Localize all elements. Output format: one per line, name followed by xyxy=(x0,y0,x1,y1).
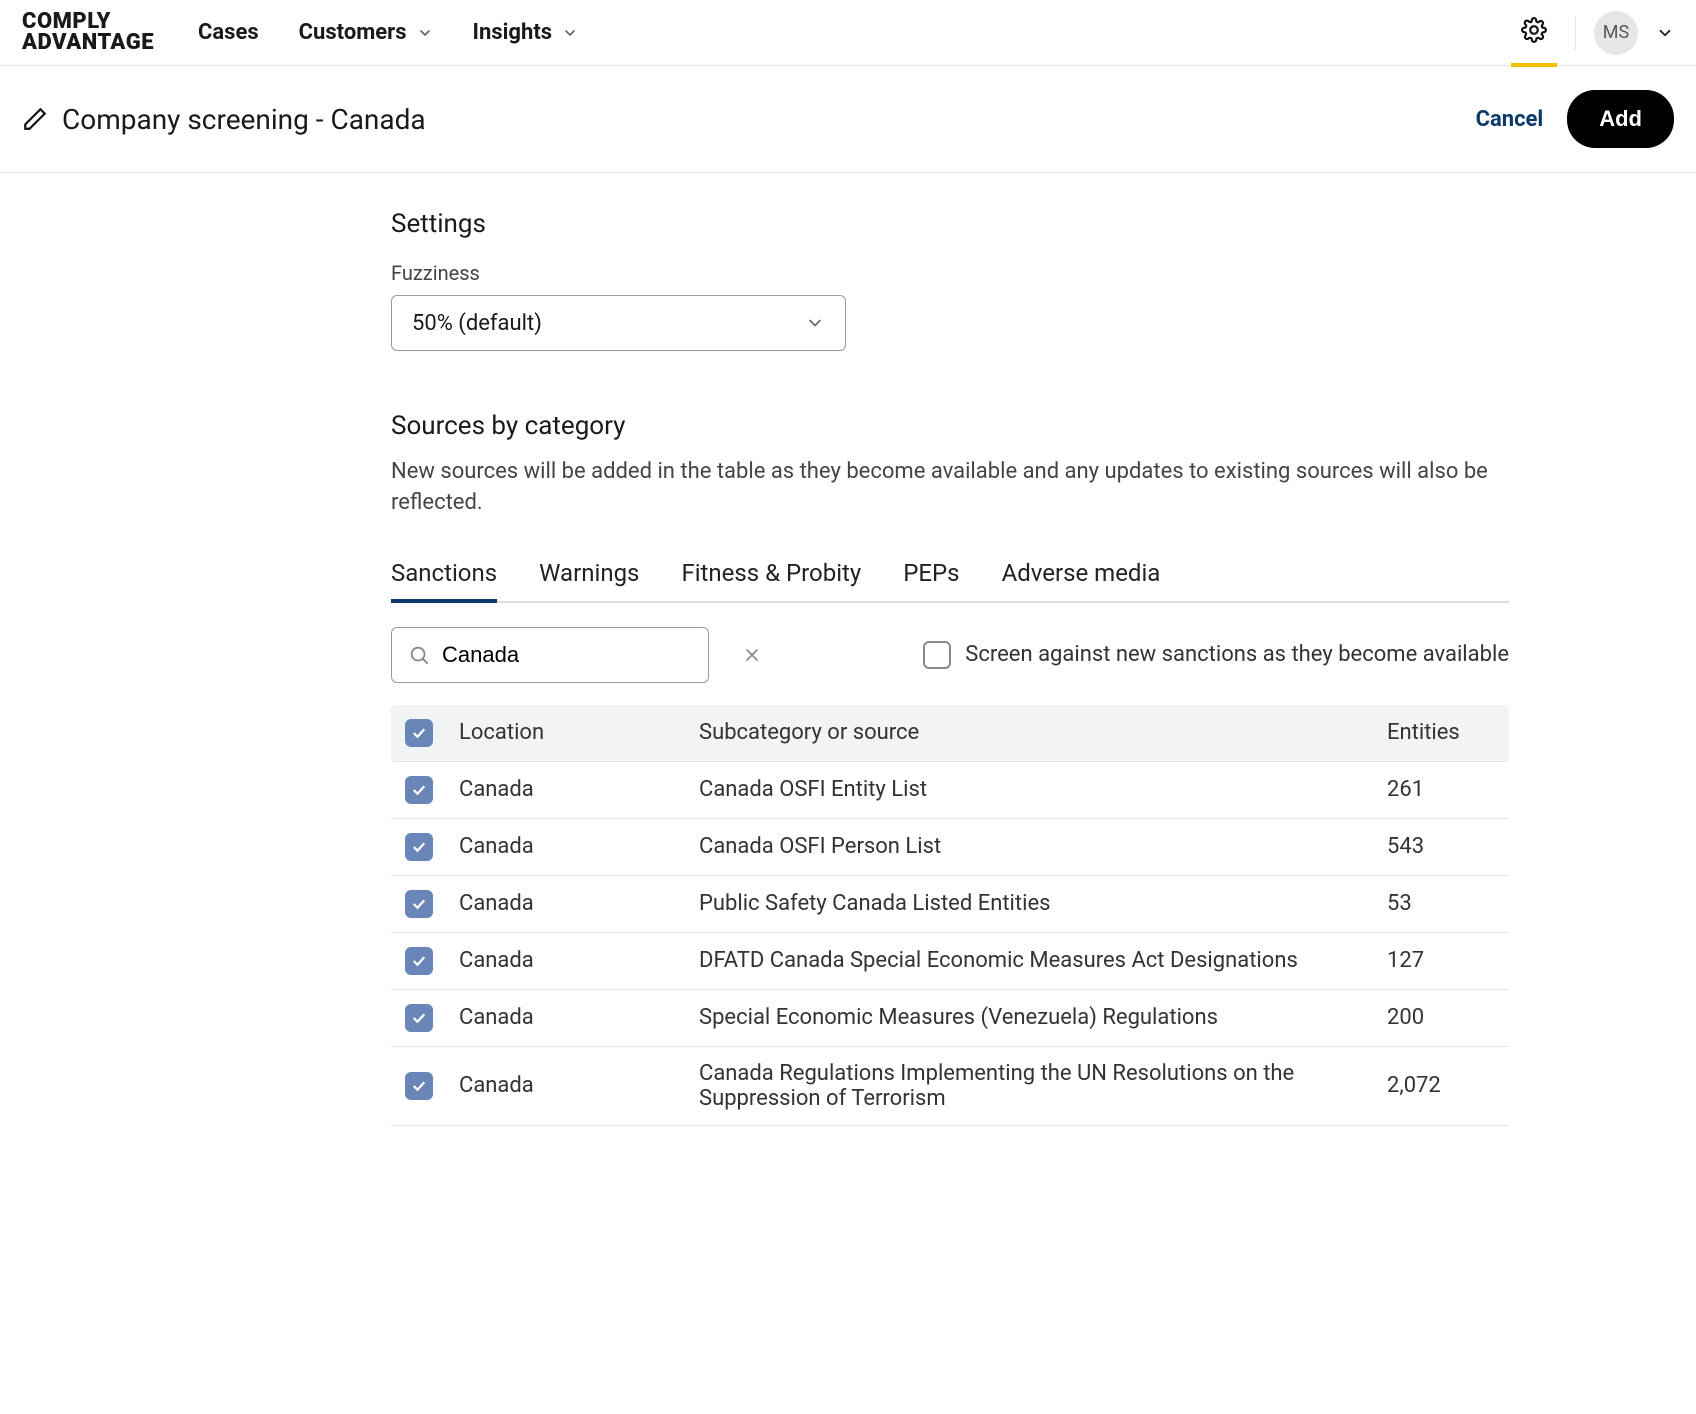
clear-search-icon[interactable] xyxy=(742,645,762,665)
tab-warnings[interactable]: Warnings xyxy=(539,549,639,601)
tab-peps[interactable]: PEPs xyxy=(903,549,959,601)
row-checkbox-cell xyxy=(391,890,451,918)
gear-icon xyxy=(1521,17,1547,43)
toolbar: Screen against new sanctions as they bec… xyxy=(391,627,1509,683)
fuzziness-select[interactable]: 50% (default) xyxy=(391,295,846,351)
sources-heading: Sources by category xyxy=(391,411,1509,441)
table-header-row: Location Subcategory or source Entities xyxy=(391,705,1509,762)
nav-insights-label: Insights xyxy=(473,20,553,45)
row-checkbox[interactable] xyxy=(405,890,433,918)
row-checkbox[interactable] xyxy=(405,947,433,975)
row-source: Public Safety Canada Listed Entities xyxy=(691,891,1379,916)
screen-new-checkbox[interactable] xyxy=(923,641,951,669)
search-input[interactable] xyxy=(442,642,730,668)
row-checkbox[interactable] xyxy=(405,776,433,804)
row-location: Canada xyxy=(451,948,691,973)
row-checkbox-cell xyxy=(391,947,451,975)
row-checkbox-cell xyxy=(391,776,451,804)
row-source: Canada OSFI Entity List xyxy=(691,777,1379,802)
main: Settings Fuzziness 50% (default) Sources… xyxy=(163,173,1533,1206)
header-location: Location xyxy=(451,720,691,745)
chevron-down-icon xyxy=(805,313,825,333)
nav-customers[interactable]: Customers xyxy=(299,20,433,45)
settings-heading: Settings xyxy=(391,209,1509,239)
avatar-initials: MS xyxy=(1603,22,1629,43)
pencil-icon[interactable] xyxy=(22,106,48,132)
page-title: Company screening - Canada xyxy=(62,103,426,136)
nav-customers-label: Customers xyxy=(299,20,407,45)
row-entities: 200 xyxy=(1379,1005,1509,1030)
top-nav: COMPLY ADVANTAGE Cases Customers Insight… xyxy=(0,0,1696,66)
row-checkbox[interactable] xyxy=(405,833,433,861)
table-row: Canada Canada OSFI Person List 543 xyxy=(391,819,1509,876)
tab-adverse-media[interactable]: Adverse media xyxy=(1002,549,1161,601)
table-row: Canada DFATD Canada Special Economic Mea… xyxy=(391,933,1509,990)
settings-button[interactable] xyxy=(1511,1,1557,64)
row-location: Canada xyxy=(451,1005,691,1030)
table-row: Canada Public Safety Canada Listed Entit… xyxy=(391,876,1509,933)
header-entities: Entities xyxy=(1379,720,1509,745)
screen-new-sources[interactable]: Screen against new sanctions as they bec… xyxy=(923,641,1509,669)
cancel-button[interactable]: Cancel xyxy=(1476,107,1544,132)
table-row: Canada Special Economic Measures (Venezu… xyxy=(391,990,1509,1047)
row-source: Special Economic Measures (Venezuela) Re… xyxy=(691,1005,1379,1030)
search-input-wrap xyxy=(391,627,709,683)
row-source: Canada OSFI Person List xyxy=(691,834,1379,859)
tabs: Sanctions Warnings Fitness & Probity PEP… xyxy=(391,549,1509,603)
top-nav-left: COMPLY ADVANTAGE Cases Customers Insight… xyxy=(22,12,578,54)
chevron-down-icon xyxy=(417,25,433,41)
chevron-down-icon[interactable] xyxy=(1656,24,1674,42)
nav-insights[interactable]: Insights xyxy=(473,20,579,45)
row-checkbox-cell xyxy=(391,1072,451,1100)
row-entities: 127 xyxy=(1379,948,1509,973)
avatar[interactable]: MS xyxy=(1594,11,1638,55)
top-nav-right: MS xyxy=(1511,1,1674,64)
table-row: Canada Canada Regulations Implementing t… xyxy=(391,1047,1509,1126)
subheader-left: Company screening - Canada xyxy=(22,103,426,136)
logo-line2: ADVANTAGE xyxy=(22,33,154,54)
row-location: Canada xyxy=(451,777,691,802)
table-body: Canada Canada OSFI Entity List 261 Canad… xyxy=(391,762,1509,1126)
row-checkbox[interactable] xyxy=(405,1004,433,1032)
header-source: Subcategory or source xyxy=(691,720,1379,745)
subheader-right: Cancel Add xyxy=(1476,90,1674,148)
row-checkbox-cell xyxy=(391,1004,451,1032)
row-checkbox[interactable] xyxy=(405,1072,433,1100)
active-indicator xyxy=(1511,63,1557,67)
nav-links: Cases Customers Insights xyxy=(198,20,578,45)
add-button[interactable]: Add xyxy=(1567,90,1674,148)
row-source: DFATD Canada Special Economic Measures A… xyxy=(691,948,1379,973)
nav-cases[interactable]: Cases xyxy=(198,20,259,45)
table-row: Canada Canada OSFI Entity List 261 xyxy=(391,762,1509,819)
content: Settings Fuzziness 50% (default) Sources… xyxy=(391,209,1509,1126)
select-all-checkbox[interactable] xyxy=(405,719,433,747)
fuzziness-value: 50% (default) xyxy=(412,311,542,336)
row-entities: 543 xyxy=(1379,834,1509,859)
row-entities: 261 xyxy=(1379,777,1509,802)
row-checkbox-cell xyxy=(391,833,451,861)
row-location: Canada xyxy=(451,891,691,916)
sources-table: Location Subcategory or source Entities … xyxy=(391,705,1509,1126)
subheader: Company screening - Canada Cancel Add xyxy=(0,66,1696,173)
row-source: Canada Regulations Implementing the UN R… xyxy=(691,1061,1379,1111)
sources-description: New sources will be added in the table a… xyxy=(391,457,1509,519)
divider xyxy=(1575,16,1576,50)
row-location: Canada xyxy=(451,1073,691,1098)
search-icon xyxy=(408,644,430,666)
chevron-down-icon xyxy=(562,25,578,41)
header-checkbox-cell xyxy=(391,719,451,747)
tab-fitness-probity[interactable]: Fitness & Probity xyxy=(681,549,861,601)
screen-new-label: Screen against new sanctions as they bec… xyxy=(965,642,1509,667)
nav-cases-label: Cases xyxy=(198,20,259,45)
row-entities: 53 xyxy=(1379,891,1509,916)
tab-sanctions[interactable]: Sanctions xyxy=(391,549,497,601)
row-entities: 2,072 xyxy=(1379,1073,1509,1098)
fuzziness-label: Fuzziness xyxy=(391,261,1509,285)
row-location: Canada xyxy=(451,834,691,859)
logo: COMPLY ADVANTAGE xyxy=(22,12,154,54)
